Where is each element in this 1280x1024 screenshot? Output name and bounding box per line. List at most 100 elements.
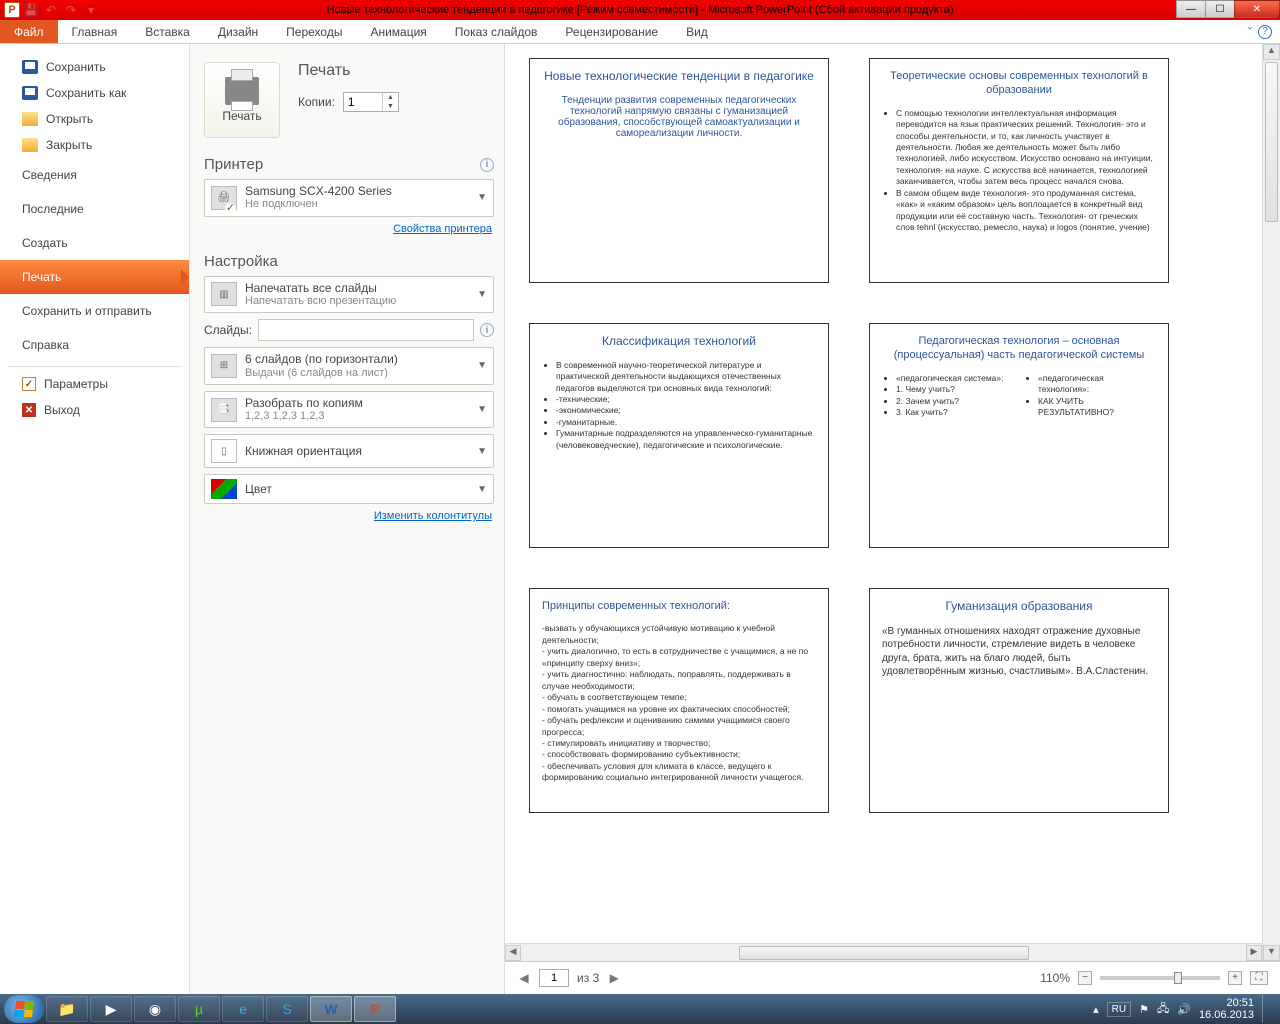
taskbar-skype-icon[interactable]: S bbox=[266, 996, 308, 1022]
edit-headers-footers-link[interactable]: Изменить колонтитулы bbox=[204, 510, 492, 522]
qat-redo-icon[interactable]: ↷ bbox=[62, 2, 80, 18]
layout-sub: Выдачи (6 слайдов на лист) bbox=[245, 367, 469, 380]
print-button-label: Печать bbox=[222, 109, 261, 123]
printer-properties-link[interactable]: Свойства принтера bbox=[204, 223, 492, 235]
info-icon[interactable]: i bbox=[480, 323, 494, 337]
taskbar-word-icon[interactable]: W bbox=[310, 996, 352, 1022]
tray-network-icon[interactable]: 🖧 bbox=[1157, 1000, 1169, 1019]
tab-insert[interactable]: Вставка bbox=[131, 20, 204, 43]
taskbar-utorrent-icon[interactable]: µ bbox=[178, 996, 220, 1022]
taskbar-clock[interactable]: 20:51 16.06.2013 bbox=[1199, 997, 1254, 1021]
show-desktop-button[interactable] bbox=[1262, 995, 1270, 1023]
nav-options[interactable]: ✓Параметры bbox=[0, 371, 189, 397]
copies-label: Копии: bbox=[298, 95, 335, 109]
scroll-thumb[interactable] bbox=[739, 946, 1029, 960]
nav-help[interactable]: Справка bbox=[0, 328, 189, 362]
nav-exit-label: Выход bbox=[44, 403, 80, 417]
tab-transitions[interactable]: Переходы bbox=[272, 20, 356, 43]
language-indicator[interactable]: RU bbox=[1107, 1002, 1131, 1017]
tray-action-center-icon[interactable]: ⚑ bbox=[1139, 1003, 1149, 1016]
start-button[interactable] bbox=[4, 995, 44, 1023]
orientation-label: Книжная ориентация bbox=[245, 444, 469, 458]
scroll-right-icon[interactable]: ▶ bbox=[1246, 945, 1262, 961]
nav-save-as[interactable]: Сохранить как bbox=[0, 80, 189, 106]
scroll-left-icon[interactable]: ◀ bbox=[505, 945, 521, 961]
backstage-view: Сохранить Сохранить как Открыть Закрыть … bbox=[0, 44, 1280, 994]
next-page-button[interactable]: ▶ bbox=[607, 971, 621, 985]
collate-icon: 📑 bbox=[211, 398, 237, 422]
tab-animations[interactable]: Анимация bbox=[356, 20, 440, 43]
nav-share[interactable]: Сохранить и отправить bbox=[0, 294, 189, 328]
taskbar-chrome-icon[interactable]: ◉ bbox=[134, 996, 176, 1022]
nav-new[interactable]: Создать bbox=[0, 226, 189, 260]
slide-bullet: 1. Чему учить? bbox=[896, 384, 1014, 395]
print-range-dropdown[interactable]: ▥ Напечатать все слайдыНапечатать всю пр… bbox=[204, 276, 494, 314]
tab-view[interactable]: Вид bbox=[672, 20, 722, 43]
nav-close-label: Закрыть bbox=[46, 138, 92, 152]
orientation-dropdown[interactable]: ▯ Книжная ориентация ▼ bbox=[204, 434, 494, 468]
nav-print[interactable]: Печать bbox=[0, 260, 189, 294]
zoom-in-button[interactable]: + bbox=[1228, 971, 1242, 985]
chevron-down-icon: ▼ bbox=[477, 484, 487, 495]
nav-exit[interactable]: ✕Выход bbox=[0, 397, 189, 423]
collate-dropdown[interactable]: 📑 Разобрать по копиям1,2,3 1,2,3 1,2,3 ▼ bbox=[204, 391, 494, 429]
tray-show-hidden-icon[interactable]: ▴ bbox=[1093, 1003, 1099, 1016]
printer-status: Не подключен bbox=[245, 198, 469, 211]
preview-viewport: Новые технологические тенденции в педаго… bbox=[505, 44, 1280, 961]
horizontal-scrollbar[interactable]: ◀ ▶ bbox=[505, 943, 1262, 961]
taskbar-explorer-icon[interactable]: 📁 bbox=[46, 996, 88, 1022]
qat-save-icon[interactable]: 💾 bbox=[22, 2, 40, 18]
file-tab[interactable]: Файл bbox=[0, 20, 58, 43]
slide-title: Принципы современных технологий: bbox=[542, 599, 816, 613]
tray-volume-icon[interactable]: 🔊 bbox=[1177, 1003, 1191, 1016]
printer-dropdown[interactable]: 🖨 Samsung SCX-4200 SeriesНе подключен ▼ bbox=[204, 179, 494, 217]
slide-title: Педагогическая технология – основная (пр… bbox=[882, 334, 1156, 363]
vertical-scrollbar[interactable]: ▲ ▼ bbox=[1262, 44, 1280, 961]
slide-line: - способствовать формированию субъективн… bbox=[542, 749, 816, 760]
color-dropdown[interactable]: Цвет ▼ bbox=[204, 474, 494, 504]
minimize-button[interactable]: — bbox=[1176, 0, 1206, 18]
info-icon[interactable]: i bbox=[480, 158, 494, 172]
nav-recent[interactable]: Последние bbox=[0, 192, 189, 226]
scroll-thumb[interactable] bbox=[1265, 62, 1278, 222]
slide-title: Классификация технологий bbox=[542, 334, 816, 350]
nav-close[interactable]: Закрыть bbox=[0, 132, 189, 158]
scroll-up-icon[interactable]: ▲ bbox=[1263, 44, 1280, 60]
print-button[interactable]: Печать bbox=[204, 62, 280, 138]
page-of-label: из 3 bbox=[577, 971, 599, 985]
printer-icon bbox=[225, 77, 259, 105]
slide-line: - обеспечивать условия для климата в кла… bbox=[542, 761, 816, 784]
spin-down-icon[interactable]: ▼ bbox=[383, 102, 398, 111]
zoom-thumb[interactable] bbox=[1174, 972, 1182, 984]
ribbon-minimize-icon[interactable]: ˇ bbox=[1248, 25, 1252, 39]
maximize-button[interactable]: ☐ bbox=[1205, 0, 1235, 18]
tab-home[interactable]: Главная bbox=[58, 20, 132, 43]
copies-input[interactable] bbox=[344, 95, 382, 109]
fit-page-button[interactable]: ⛶ bbox=[1250, 971, 1268, 985]
taskbar-ie-icon[interactable]: e bbox=[222, 996, 264, 1022]
tab-review[interactable]: Рецензирование bbox=[551, 20, 672, 43]
taskbar-powerpoint-icon[interactable]: P bbox=[354, 996, 396, 1022]
copies-spinner[interactable]: ▲▼ bbox=[343, 92, 399, 112]
tab-design[interactable]: Дизайн bbox=[204, 20, 272, 43]
clock-date: 16.06.2013 bbox=[1199, 1009, 1254, 1021]
qat-dropdown-icon[interactable]: ▾ bbox=[82, 2, 100, 18]
window-controls: — ☐ ✕ bbox=[1177, 0, 1280, 18]
slides-input[interactable] bbox=[258, 319, 474, 341]
layout-dropdown[interactable]: ⊞ 6 слайдов (по горизонтали)Выдачи (6 сл… bbox=[204, 347, 494, 385]
help-icon[interactable]: ? bbox=[1258, 25, 1272, 39]
prev-page-button[interactable]: ◀ bbox=[517, 971, 531, 985]
nav-info[interactable]: Сведения bbox=[0, 158, 189, 192]
tab-slideshow[interactable]: Показ слайдов bbox=[441, 20, 552, 43]
printer-device-icon: 🖨 bbox=[211, 186, 237, 210]
page-input[interactable] bbox=[539, 969, 569, 987]
zoom-slider[interactable] bbox=[1100, 976, 1220, 980]
qat-undo-icon[interactable]: ↶ bbox=[42, 2, 60, 18]
nav-open[interactable]: Открыть bbox=[0, 106, 189, 132]
close-button[interactable]: ✕ bbox=[1234, 0, 1280, 18]
zoom-out-button[interactable]: − bbox=[1078, 971, 1092, 985]
taskbar-mediaplayer-icon[interactable]: ▶ bbox=[90, 996, 132, 1022]
nav-save[interactable]: Сохранить bbox=[0, 54, 189, 80]
scroll-down-icon[interactable]: ▼ bbox=[1263, 945, 1280, 961]
spin-up-icon[interactable]: ▲ bbox=[383, 93, 398, 102]
